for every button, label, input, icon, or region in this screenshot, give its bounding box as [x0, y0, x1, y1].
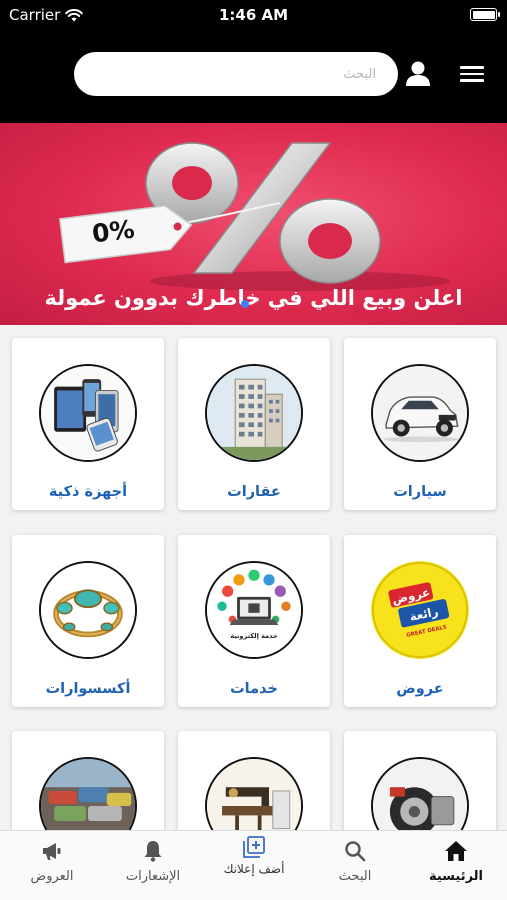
category-label: عقارات: [227, 484, 281, 500]
hamburger-line: [460, 72, 484, 75]
sewing-machine-icon: [205, 757, 303, 830]
search-icon: [345, 841, 366, 862]
smart-devices-icon: [39, 364, 137, 462]
add-ad-icon: [243, 836, 265, 858]
banner-indicator-dot: [241, 300, 249, 308]
status-bar: Carrier 1:46 AM: [0, 0, 507, 30]
status-time: 1:46 AM: [218, 6, 289, 24]
tab-label: الإشعارات: [125, 869, 181, 884]
tab-label: البحث: [338, 869, 372, 884]
category-card-sewing[interactable]: [178, 731, 330, 830]
scrap-cars-icon: [39, 757, 137, 830]
category-card-services[interactable]: خدمة إلكترونية خدمات: [178, 535, 330, 707]
category-label: خدمات: [230, 681, 278, 697]
category-card-scrap-cars[interactable]: [12, 731, 164, 830]
user-profile-button[interactable]: [402, 58, 434, 90]
tab-label: الرئيسية: [428, 869, 484, 884]
car-parts-icon: [371, 757, 469, 830]
discount-tag-text: 0%: [90, 214, 137, 249]
tab-offers[interactable]: العروض: [2, 839, 102, 895]
category-label: سيارات: [393, 484, 447, 500]
category-label: أكسسوارات: [45, 681, 131, 697]
battery-icon: [470, 8, 500, 21]
bell-icon: [144, 841, 162, 862]
app-header: Carrier 1:46 AM: [0, 0, 507, 123]
megaphone-icon: [43, 843, 61, 860]
building-icon: [205, 364, 303, 462]
category-label: عروض: [396, 681, 444, 697]
offers-badge-icon: عروض رائعة GREAT DEALS: [371, 561, 469, 659]
category-label: أجهزة ذكية: [48, 484, 128, 500]
search-input[interactable]: [74, 52, 398, 96]
category-card-offers[interactable]: عروض رائعة GREAT DEALS عروض: [344, 535, 496, 707]
bracelet-icon: [39, 561, 137, 659]
category-card-car-parts[interactable]: [344, 731, 496, 830]
tab-label: أضف إعلانك: [223, 862, 285, 876]
services-badge-text: خدمة إلكترونية: [230, 632, 278, 640]
services-icon: خدمة إلكترونية: [205, 561, 303, 659]
home-icon: [445, 841, 467, 861]
bottom-tab-bar: الرئيسية البحث أضف إعلانك الإشعارات العر…: [0, 830, 507, 900]
category-card-accessories[interactable]: أكسسوارات: [12, 535, 164, 707]
category-grid: سيارات عقارات أجهزة ذكية عروض رائعة GREA…: [0, 325, 507, 830]
tab-label: العروض: [30, 869, 74, 884]
tab-search[interactable]: البحث: [305, 839, 405, 895]
tab-notifications[interactable]: الإشعارات: [103, 839, 203, 895]
promo-banner[interactable]: 0% اعلن وبيع اللي في خاطرك بدوون عمولة: [0, 123, 507, 325]
tab-add-ad[interactable]: أضف إعلانك: [204, 835, 304, 891]
category-card-smart-devices[interactable]: أجهزة ذكية: [12, 338, 164, 510]
category-card-real-estate[interactable]: عقارات: [178, 338, 330, 510]
menu-button[interactable]: [458, 62, 486, 86]
search-bar[interactable]: [74, 52, 398, 96]
hamburger-line: [460, 79, 484, 82]
category-card-cars[interactable]: سيارات: [344, 338, 496, 510]
hamburger-menu-icon: [460, 66, 484, 69]
user-icon: [406, 61, 430, 86]
banner-caption: اعلن وبيع اللي في خاطرك بدوون عمولة: [44, 286, 463, 310]
tab-home[interactable]: الرئيسية: [406, 839, 506, 895]
car-icon: [371, 364, 469, 462]
